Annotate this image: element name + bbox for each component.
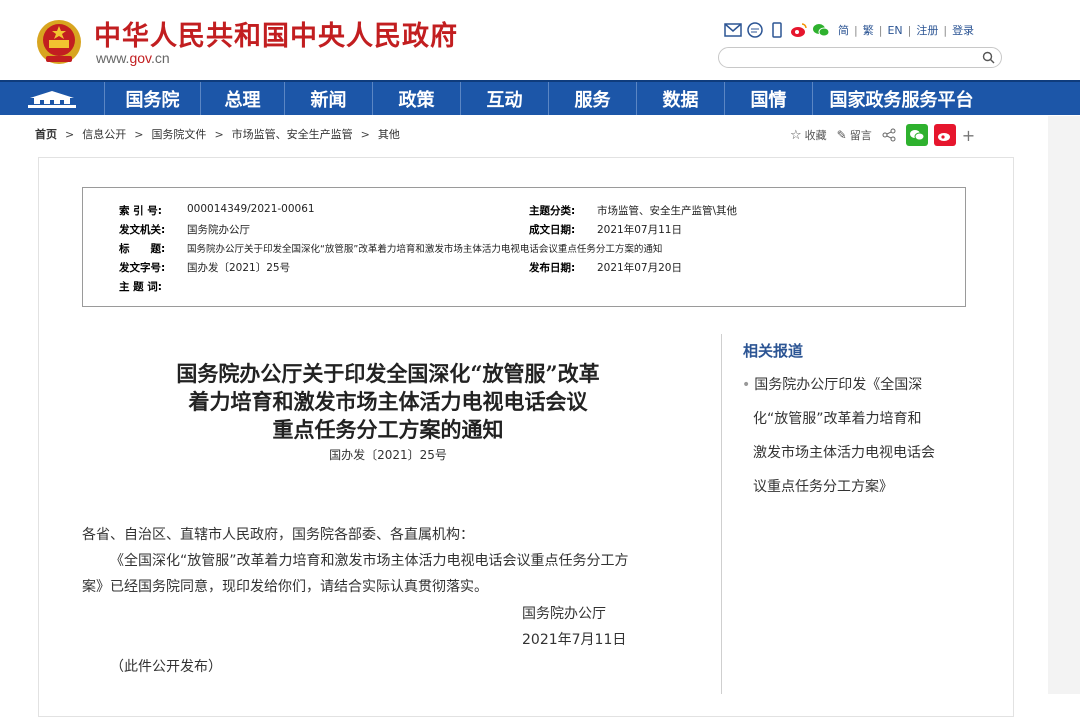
link-simplified[interactable]: 简: [838, 22, 849, 38]
breadcrumb-info-public[interactable]: 信息公开: [82, 126, 126, 142]
breadcrumb-market-supervision[interactable]: 市场监管、安全生产监管: [232, 126, 353, 142]
link-register[interactable]: 注册: [916, 22, 938, 38]
search-input[interactable]: [718, 47, 1002, 68]
related-reports-title: 相关报道: [743, 342, 804, 360]
link-traditional[interactable]: 繁: [863, 22, 874, 38]
url-prefix: www.: [96, 50, 130, 66]
site-url: www.gov.cn: [96, 50, 170, 66]
tiananmen-icon: [28, 90, 76, 108]
national-emblem-icon[interactable]: [36, 18, 82, 66]
nav-item-interaction[interactable]: 互动: [460, 82, 548, 115]
message-icon[interactable]: [746, 22, 764, 38]
wechat-share-icon[interactable]: [905, 124, 928, 146]
publication-note: （此件公开发布）: [110, 659, 222, 675]
mail-icon[interactable]: [724, 22, 742, 38]
comment-button[interactable]: ✎ 留言: [837, 127, 872, 143]
collect-button[interactable]: ☆ 收藏: [790, 127, 827, 143]
nav-item-data[interactable]: 数据: [636, 82, 724, 115]
search-icon[interactable]: [982, 51, 995, 64]
signature-org: 国务院办公厅: [522, 606, 606, 622]
signature-date: 2021年7月11日: [522, 632, 627, 648]
nav-item-news[interactable]: 新闻: [284, 82, 372, 115]
weibo-share-icon[interactable]: [933, 124, 956, 146]
nav-item-services[interactable]: 服务: [548, 82, 636, 115]
meta-topic: 主题分类: 市场监管、安全生产监管\其他: [529, 205, 738, 217]
chevron-right-icon: >: [360, 127, 370, 141]
wechat-icon[interactable]: [812, 22, 830, 38]
page-gutter: [1048, 116, 1080, 694]
nav-item-national-info[interactable]: 国情: [724, 82, 812, 115]
header-tools: 简 | 繁 | EN | 注册 | 登录: [724, 20, 974, 40]
comment-label: 留言: [849, 129, 872, 142]
breadcrumb-other[interactable]: 其他: [378, 126, 400, 142]
title-line: 重点任务分工方案的通知: [272, 417, 504, 442]
chevron-right-icon: >: [214, 127, 224, 141]
document-title: 国务院办公厅关于印发全国深化“放管服”改革 着力培育和激发市场主体活力电视电话会…: [82, 360, 694, 444]
nav-item-state-council[interactable]: 国务院: [104, 82, 200, 115]
nav-item-policy[interactable]: 政策: [372, 82, 460, 115]
bullet-icon: •: [742, 377, 751, 393]
site-title[interactable]: 中华人民共和国中央人民政府: [94, 14, 458, 53]
document-number: 国办发〔2021〕25号: [329, 448, 447, 462]
site-header: 中华人民共和国中央人民政府 www.gov.cn 简 | 繁 | EN | 注册 | 登…: [0, 0, 1080, 80]
link-english[interactable]: EN: [887, 24, 902, 37]
share-icon: [882, 128, 896, 142]
meta-date: 成文日期: 2021年07月11日: [529, 224, 682, 236]
chevron-right-icon: >: [134, 127, 144, 141]
link-login[interactable]: 登录: [952, 22, 974, 38]
chevron-right-icon: >: [65, 127, 75, 141]
meta-keywords: 主 题 词:: [119, 281, 163, 293]
weibo-icon[interactable]: [790, 22, 808, 38]
star-icon: ☆: [790, 127, 802, 143]
pencil-icon: ✎: [836, 128, 847, 142]
meta-index: 索 引 号: 000014349/2021-00061: [119, 203, 315, 217]
breadcrumb-state-council-docs[interactable]: 国务院文件: [151, 126, 206, 142]
meta-publish-date: 发布日期: 2021年07月20日: [529, 262, 682, 274]
body-paragraph: 案》已经国务院同意，现印发给你们，请结合实际认真贯彻落实。: [82, 579, 488, 595]
header-links: 简 | 繁 | EN | 注册 | 登录: [838, 22, 975, 38]
share-button[interactable]: [882, 128, 896, 142]
breadcrumb-home[interactable]: 首页: [35, 126, 57, 142]
nav-item-gov-service-platform[interactable]: 国家政务服务平台: [812, 82, 990, 115]
document-metadata-table: 索 引 号: 000014349/2021-00061 主题分类: 市场监管、安全生…: [82, 187, 966, 307]
more-share-icon[interactable]: +: [962, 126, 975, 145]
collect-label: 收藏: [804, 129, 827, 142]
nav-home[interactable]: [0, 82, 104, 115]
title-line: 国务院办公厅关于印发全国深化“放管服”改革: [176, 361, 600, 386]
url-domain: gov: [129, 50, 151, 66]
body-paragraph: 《全国深化“放管服”改革着力培育和激发市场主体活力电视电话会议重点任务分工方: [110, 553, 629, 569]
title-line: 着力培育和激发市场主体活力电视电话会议: [188, 389, 588, 414]
share-bar: ☆ 收藏 ✎ 留言 +: [790, 124, 975, 146]
meta-issuer: 发文机关: 国务院办公厅: [119, 224, 250, 236]
breadcrumb: 首页 > 信息公开 > 国务院文件 > 市场监管、安全生产监管 > 其他: [35, 126, 400, 142]
nav-item-premier[interactable]: 总理: [200, 82, 284, 115]
related-report-link[interactable]: • 国务院办公厅印发《全国深 化“放管服”改革着力培育和 激发市场主体活力电视电话…: [742, 368, 962, 504]
sidebar-divider: [721, 334, 722, 694]
mobile-icon[interactable]: [768, 22, 786, 38]
url-suffix: .cn: [151, 50, 170, 66]
meta-title: 标 题: 国务院办公厅关于印发全国深化“放管服”改革着力培育和激发市场主体活力电视…: [119, 243, 663, 255]
meta-doc-number: 发文字号: 国办发〔2021〕25号: [119, 262, 291, 274]
addressee: 各省、自治区、直辖市人民政府，国务院各部委、各直属机构：: [82, 527, 474, 543]
main-nav: 国务院 总理 新闻 政策 互动 服务 数据 国情 国家政务服务平台: [0, 80, 1080, 115]
